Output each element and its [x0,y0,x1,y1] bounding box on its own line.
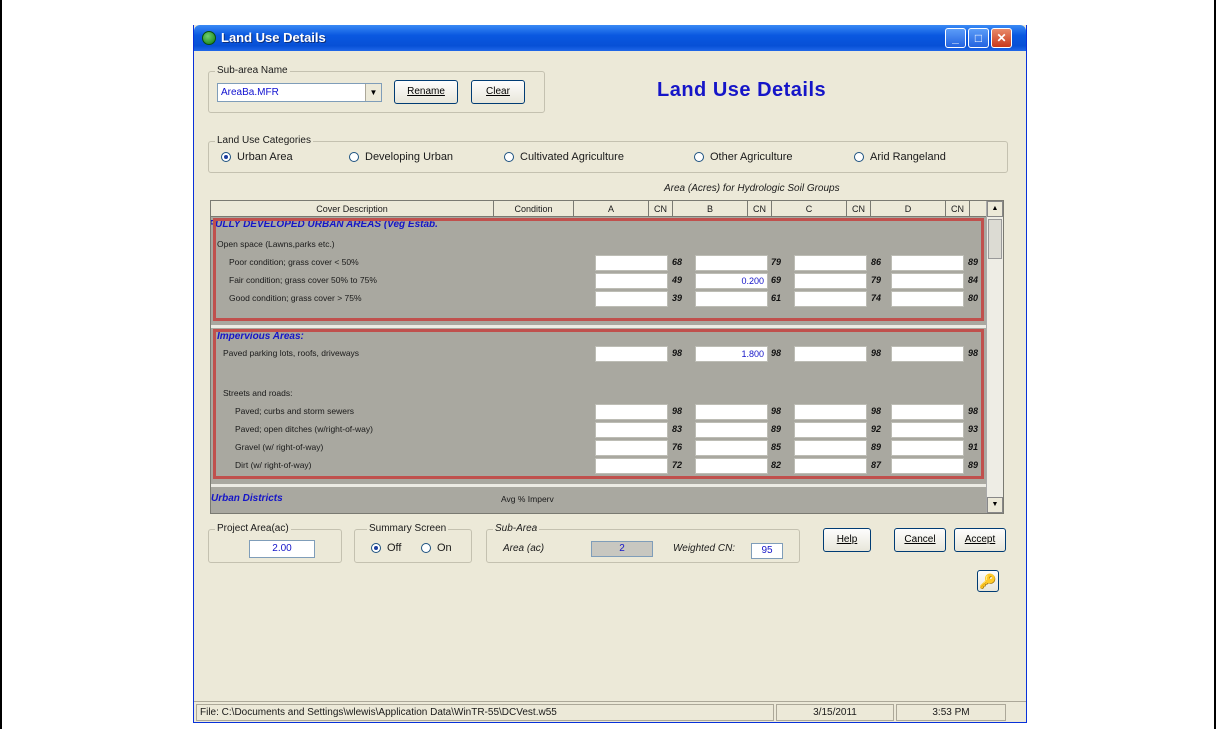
subarea-summary-label: Sub-Area [493,523,540,534]
status-file-path: File: C:\Documents and Settings\wlewis\A… [196,704,774,721]
rename-button[interactable]: Rename [394,80,458,104]
col-header-d: D [871,201,946,217]
radio-selected-icon [371,543,381,553]
radio-icon [504,152,514,162]
subarea-name-group: Sub-area Name AreaBa.MFR ▼ Rename Clear [208,65,545,113]
radio-arid-rangeland[interactable]: Arid Rangeland [854,151,946,163]
col-header-cover: Cover Description [211,201,494,217]
radio-summary-off[interactable]: Off [371,542,401,554]
close-icon[interactable]: ✕ [991,28,1012,48]
project-area-input[interactable]: 2.00 [249,540,315,558]
radio-icon [421,543,431,553]
radio-icon [854,152,864,162]
col-header-cn-b: CN [748,201,772,217]
subarea-name-label: Sub-area Name [215,65,290,76]
weighted-cn-value: 95 [751,543,783,559]
land-use-categories-group: Land Use Categories Urban Area Developin… [208,135,1008,173]
status-date: 3/15/2011 [776,704,894,721]
radio-summary-on-label: On [437,542,452,554]
area-ac-value: 2 [591,541,653,557]
land-use-categories-label: Land Use Categories [215,135,313,146]
status-bar: File: C:\Documents and Settings\wlewis\A… [194,701,1026,722]
scroll-up-icon[interactable]: ▲ [987,201,1003,217]
page-border-left [0,0,2,729]
subarea-summary-group: Sub-Area Area (ac) 2 Weighted CN: 95 [486,523,800,563]
highlight-box-impervious [213,329,984,479]
radio-arid-rangeland-label: Arid Rangeland [870,151,946,163]
radio-selected-icon [221,152,231,162]
app-icon [202,31,216,45]
key-icon[interactable]: 🔑 [977,570,999,592]
project-area-group: Project Area(ac) 2.00 [208,523,342,563]
help-button[interactable]: Help [823,528,871,552]
col-header-cn-c: CN [847,201,871,217]
summary-screen-group: Summary Screen Off On [354,523,472,563]
cancel-button[interactable]: Cancel [894,528,946,552]
summary-screen-label: Summary Screen [367,523,449,534]
radio-cultivated-agriculture[interactable]: Cultivated Agriculture [504,151,624,163]
accept-button[interactable]: Accept [954,528,1006,552]
radio-developing-urban-label: Developing Urban [365,151,454,163]
section-urban-districts-title: Urban Districts [211,493,283,504]
minimize-icon[interactable]: _ [945,28,966,48]
soil-groups-caption: Area (Acres) for Hydrologic Soil Groups [664,183,840,194]
col-header-b: B [673,201,748,217]
radio-other-agriculture[interactable]: Other Agriculture [694,151,793,163]
radio-other-agriculture-label: Other Agriculture [710,151,793,163]
col-header-condition: Condition [494,201,574,217]
radio-developing-urban[interactable]: Developing Urban [349,151,453,163]
section-divider [211,484,987,487]
project-area-label: Project Area(ac) [215,523,291,534]
radio-summary-on[interactable]: On [421,542,452,554]
col-header-cn-d: CN [946,201,970,217]
grid-vertical-scrollbar[interactable]: ▲ ▼ [986,201,1003,513]
maximize-icon[interactable]: □ [968,28,989,48]
title-bar[interactable]: Land Use Details _ □ ✕ [194,25,1026,51]
radio-icon [349,152,359,162]
weighted-cn-label: Weighted CN: [673,543,736,554]
window-title: Land Use Details [221,30,326,45]
subarea-select-value: AreaBa.MFR [221,87,279,98]
col-header-cn-a: CN [649,201,673,217]
page-title: Land Use Details [657,79,827,101]
col-header-a: A [574,201,649,217]
status-time: 3:53 PM [896,704,1006,721]
avg-imperv-label: Avg % Imperv [501,494,554,504]
radio-urban-area[interactable]: Urban Area [221,151,293,163]
page-border-right [1214,0,1216,729]
section-divider [211,325,987,328]
area-ac-label: Area (ac) [503,543,545,554]
dropdown-arrow-icon[interactable]: ▼ [365,84,381,101]
radio-urban-area-label: Urban Area [237,151,293,163]
subarea-select[interactable]: AreaBa.MFR ▼ [217,83,382,102]
land-use-details-window: Land Use Details _ □ ✕ Sub-area Name Are… [193,25,1027,723]
radio-icon [694,152,704,162]
highlight-box-open-space [213,218,984,321]
scroll-down-icon[interactable]: ▼ [987,497,1003,513]
scroll-thumb[interactable] [988,219,1002,259]
col-header-c: C [772,201,847,217]
radio-summary-off-label: Off [387,542,402,554]
clear-button[interactable]: Clear [471,80,525,104]
radio-cultivated-agriculture-label: Cultivated Agriculture [520,151,624,163]
grid-header: Cover Description Condition A CN B CN C … [211,201,987,217]
land-use-grid[interactable]: Cover Description Condition A CN B CN C … [210,200,1004,514]
